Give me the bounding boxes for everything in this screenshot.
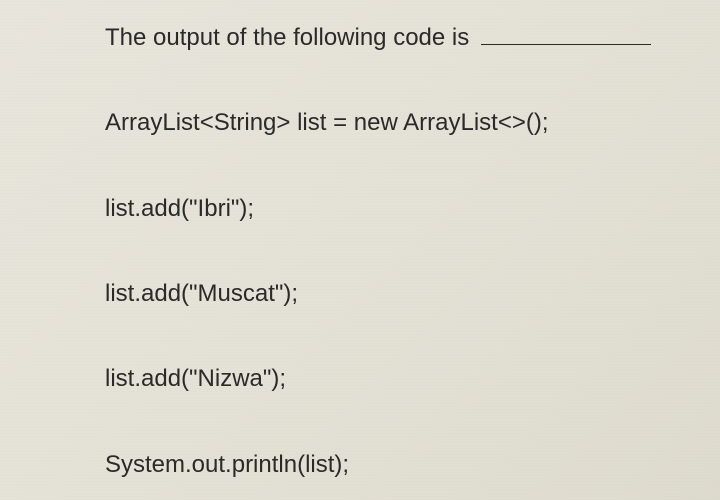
question-prompt-text: The output of the following code is xyxy=(105,22,469,53)
answer-blank[interactable] xyxy=(481,20,651,45)
code-line: list.add("Muscat"); xyxy=(105,278,690,309)
code-line: ArrayList<String> list = new ArrayList<>… xyxy=(105,107,690,138)
question-prompt-line: The output of the following code is xyxy=(105,20,690,53)
code-line: System.out.println(list); xyxy=(105,449,690,480)
code-line: list.add("Nizwa"); xyxy=(105,363,690,394)
code-line: list.add("Ibri"); xyxy=(105,193,690,224)
question-page: The output of the following code is Arra… xyxy=(0,0,720,500)
